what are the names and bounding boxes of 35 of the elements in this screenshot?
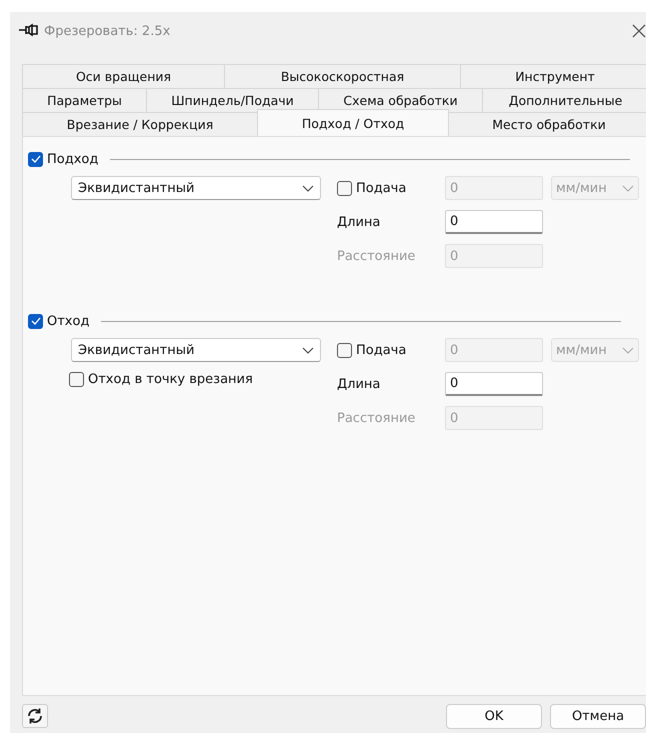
window-title: Фрезеровать: 2.5x (44, 24, 170, 38)
length-label: Длина (337, 214, 382, 230)
section-label: Отход (47, 314, 90, 328)
chevron-down-icon (622, 184, 634, 192)
checkbox[interactable] (337, 342, 352, 358)
tab[interactable]: Оси вращения (22, 64, 225, 88)
checkbox[interactable] (337, 180, 352, 196)
length-field[interactable]: 0 (445, 372, 543, 396)
checkmark-icon (30, 155, 40, 163)
tab[interactable]: Врезание / Коррекция (22, 112, 258, 136)
chevron-down-icon (622, 346, 634, 354)
checkbox[interactable] (28, 152, 43, 166)
chevron-down-icon (302, 184, 314, 192)
chevron-down-icon (302, 346, 314, 354)
checkbox[interactable] (69, 372, 84, 387)
section-label: Подход (47, 152, 98, 166)
option-label: Отход в точку врезания (88, 372, 253, 387)
refresh-button[interactable] (22, 704, 48, 728)
feed-label: Подача (356, 342, 406, 358)
distance-label: Расстояние (337, 410, 416, 426)
length-field[interactable]: 0 (445, 210, 543, 234)
checkmark-icon (30, 317, 40, 325)
distance-label: Расстояние (337, 248, 416, 264)
tab[interactable]: Параметры (22, 88, 147, 112)
mode-dropdown[interactable]: Эквидистантный (71, 338, 321, 362)
feed-label: Подача (356, 180, 406, 196)
mode-dropdown[interactable]: Эквидистантный (71, 176, 321, 200)
dialog-button[interactable]: OK (446, 704, 542, 729)
checkbox[interactable] (28, 314, 43, 328)
dialog-button[interactable]: Отмена (550, 704, 646, 729)
length-label: Длина (337, 376, 382, 392)
refresh-icon (26, 707, 44, 725)
tab[interactable]: Подход / Отход (257, 109, 449, 136)
pin-icon[interactable] (18, 23, 38, 37)
close-icon[interactable] (632, 24, 646, 38)
